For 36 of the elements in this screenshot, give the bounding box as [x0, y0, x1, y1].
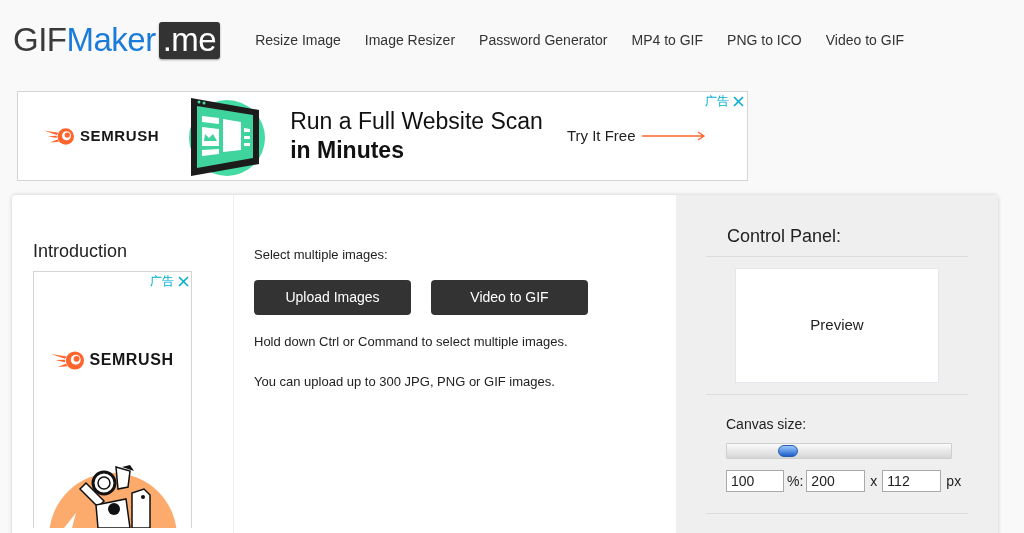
upload-button[interactable]: Video to GIF [431, 280, 588, 315]
canvas-size-label: Canvas size: [726, 416, 808, 433]
brand-logo-text: SEMRUSH [80, 125, 160, 146]
panel-title: Control Panel: [727, 225, 843, 247]
percent-unit: %: [787, 471, 804, 491]
site-logo[interactable]: GIFMaker .me [13, 21, 221, 61]
close-icon[interactable] [733, 95, 744, 107]
percent-input[interactable]: 100 [726, 470, 784, 492]
section-title: Introduction [33, 240, 129, 262]
flame-logo-icon [51, 350, 85, 370]
nav-link[interactable]: Video to GIF [825, 29, 905, 51]
sidebar-ad[interactable]: 广告 SEMRUSH [33, 271, 192, 528]
nav-link[interactable]: Password Generator [479, 29, 608, 51]
upload-note: Hold down Ctrl or Command to select multiple images. [254, 334, 568, 350]
px-unit: px [946, 471, 962, 491]
slider-thumb[interactable] [778, 445, 798, 457]
ad-headline: Run a Full Website Scan [290, 107, 543, 136]
upload-note: You can upload up to 300 JPG, PNG or GIF images. [254, 374, 555, 390]
ad-subheadline: in Minutes [290, 136, 405, 165]
close-icon[interactable] [178, 275, 189, 287]
brand-logo-text: SEMRUSH [89, 350, 174, 370]
nav-link[interactable]: Resize Image [255, 29, 341, 51]
flame-logo-icon [44, 127, 74, 145]
nav-link[interactable]: PNG to ICO [727, 29, 802, 51]
nav-link[interactable]: Image Resizer [364, 29, 456, 51]
upload-prompt: Select multiple images: [254, 247, 388, 263]
size-separator: x [870, 471, 878, 491]
width-input[interactable]: 200 [806, 470, 866, 492]
canvas-size-slider[interactable] [726, 443, 952, 459]
banner-ad[interactable]: SEMRUSH Run a Full Website Scan in Minutes Try It Free 广告 [17, 91, 748, 181]
nav-link[interactable]: MP4 to GIF [631, 29, 704, 51]
preview-label: Preview [810, 315, 864, 336]
try-free-link[interactable]: Try It Free [566, 124, 636, 148]
arrow-right-icon [641, 131, 706, 141]
upload-button[interactable]: Upload Images [254, 280, 411, 315]
height-input[interactable]: 112 [882, 470, 942, 492]
